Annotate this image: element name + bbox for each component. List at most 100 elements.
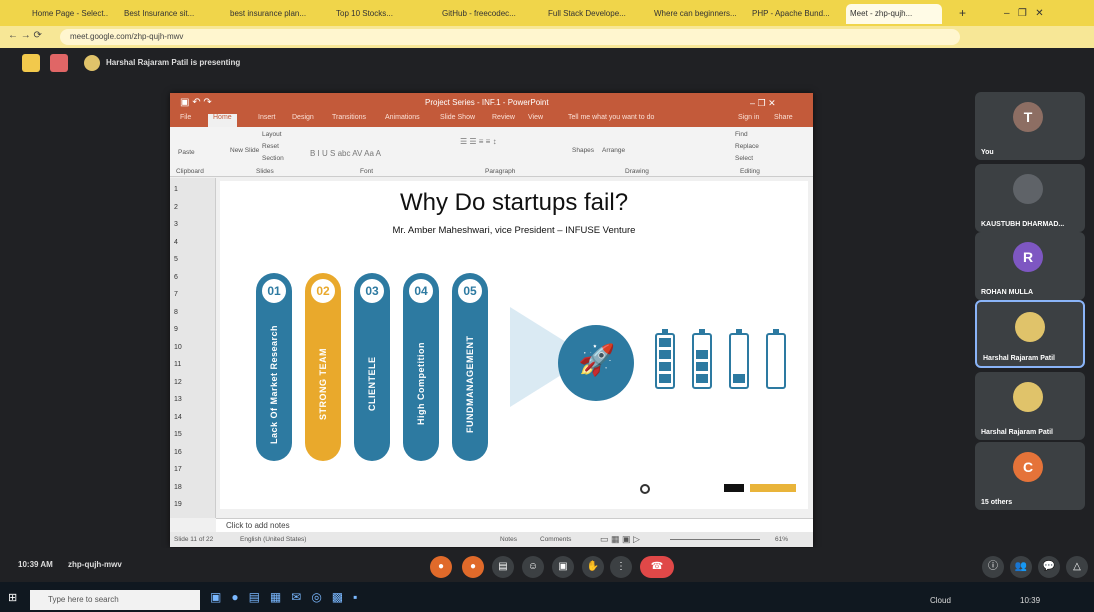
slide-thumb-number[interactable]: 1 xyxy=(174,186,178,193)
slide-thumb-number[interactable]: 5 xyxy=(174,256,178,263)
browser-tab[interactable]: PHP - Apache Bund... xyxy=(748,4,838,24)
section-button[interactable]: Section xyxy=(262,155,284,162)
mic-icon[interactable]: ● xyxy=(430,556,452,578)
start-icon[interactable]: ⊞ xyxy=(8,591,17,604)
save-icon[interactable]: ▣ ↶ ↷ xyxy=(180,93,212,113)
participant-tile[interactable]: Harshal Rajaram Patil xyxy=(975,372,1085,440)
slide-thumb-number[interactable]: 4 xyxy=(174,239,178,246)
reactions-icon[interactable]: ☺ xyxy=(522,556,544,578)
participant-tile[interactable]: T You xyxy=(975,92,1085,160)
participant-tile[interactable]: R ROHAN MULLA xyxy=(975,232,1085,300)
participant-tile[interactable]: Harshal Rajaram Patil xyxy=(975,300,1085,368)
reset-button[interactable]: Reset xyxy=(262,143,279,150)
tab-review[interactable]: Review xyxy=(492,114,515,121)
tab-view[interactable]: View xyxy=(528,114,543,121)
font-controls[interactable]: B I U S abc AV Aa A xyxy=(310,149,381,158)
slide-thumb-number[interactable]: 10 xyxy=(174,344,182,351)
paste-button[interactable]: Paste xyxy=(178,149,195,156)
slide-canvas[interactable]: Why Do startups fail? Mr. Amber Maheshwa… xyxy=(220,181,808,509)
weather-widget[interactable]: Cloud xyxy=(930,596,951,605)
slide-thumb-number[interactable]: 9 xyxy=(174,326,178,333)
browser-tab[interactable]: Where can beginners... xyxy=(650,4,740,24)
tab-home[interactable]: Home xyxy=(208,114,237,127)
slide-thumb-number[interactable]: 8 xyxy=(174,309,178,316)
view-buttons[interactable]: ▭ ▦ ▣ ▷ xyxy=(600,532,640,547)
battery-cell xyxy=(659,362,671,371)
camera-icon[interactable]: ● xyxy=(462,556,484,578)
slide-thumb-number[interactable]: 17 xyxy=(174,466,182,473)
slide-title: Why Do startups fail? xyxy=(399,189,629,216)
slide-thumb-number[interactable]: 18 xyxy=(174,484,182,491)
tell-me-box[interactable]: Tell me what you want to do xyxy=(568,114,654,121)
participant-tile[interactable]: C 15 others xyxy=(975,442,1085,510)
layout-icon[interactable] xyxy=(22,54,40,72)
window-controls[interactable]: – ❐ ✕ xyxy=(1000,4,1090,24)
pillar: 03 CLIENTELE xyxy=(354,273,390,461)
rocket-icon: 🚀 xyxy=(578,344,616,377)
slide-thumb-number[interactable]: 19 xyxy=(174,501,182,508)
captions-icon[interactable]: ▤ xyxy=(492,556,514,578)
browser-tab[interactable]: Top 10 Stocks... xyxy=(332,4,427,24)
slide-thumb-number[interactable]: 15 xyxy=(174,431,182,438)
notes-pane[interactable]: Click to add notes xyxy=(216,518,813,532)
info-icon[interactable]: ⓘ xyxy=(982,556,1004,578)
slide-thumb-number[interactable]: 6 xyxy=(174,274,178,281)
pillar: 01 Lack Of Market Research xyxy=(256,273,292,461)
shapes-button[interactable]: Shapes xyxy=(572,147,594,154)
tab-animations[interactable]: Animations xyxy=(385,114,420,121)
tab-transitions[interactable]: Transitions xyxy=(332,114,366,121)
browser-tab[interactable]: Full Stack Develope... xyxy=(544,4,639,24)
slide-thumb-number[interactable]: 12 xyxy=(174,379,182,386)
leave-call-icon[interactable]: ☎ xyxy=(640,556,674,578)
taskbar-apps[interactable]: ▣●▤▦✉◎▩▪ xyxy=(210,590,367,604)
zoom-level[interactable]: 61% xyxy=(775,532,788,547)
battery-cell xyxy=(696,374,708,383)
chat-icon[interactable]: 💬 xyxy=(1038,556,1060,578)
slide-thumbnails: 1 2 3 4 5 6 7 8 9 10 11 12 13 14 15 16 17 18 19 xyxy=(170,178,216,518)
browser-tab[interactable]: Best Insurance sit... xyxy=(120,4,215,24)
tab-slide-show[interactable]: Slide Show xyxy=(440,114,475,121)
paragraph-controls[interactable]: ☰ ☰ ≡ ≡ ↕ xyxy=(460,137,497,146)
notes-toggle[interactable]: Notes xyxy=(500,532,517,547)
slide-thumb-number[interactable]: 13 xyxy=(174,396,182,403)
participant-tile[interactable]: KAUSTUBH DHARMAD... xyxy=(975,164,1085,232)
people-icon[interactable]: 👥 xyxy=(1010,556,1032,578)
share-button[interactable]: Share xyxy=(774,114,793,121)
raise-hand-icon[interactable]: ✋ xyxy=(582,556,604,578)
new-slide-button[interactable]: New Slide xyxy=(230,147,259,154)
tab-insert[interactable]: Insert xyxy=(258,114,276,121)
new-tab-icon[interactable]: + xyxy=(955,4,969,24)
select-button[interactable]: Select xyxy=(735,155,753,162)
slide-thumb-number[interactable]: 2 xyxy=(174,204,178,211)
more-options-icon[interactable]: ⋮ xyxy=(610,556,632,578)
slide-thumb-number[interactable]: 3 xyxy=(174,221,178,228)
taskbar-clock[interactable]: 10:39 xyxy=(1020,596,1040,605)
zoom-slider[interactable] xyxy=(670,539,760,540)
slide-thumb-number[interactable]: 7 xyxy=(174,291,178,298)
layout-button[interactable]: Layout xyxy=(262,131,282,138)
address-bar[interactable]: meet.google.com/zhp-qujh-mwv xyxy=(60,29,960,45)
browser-tab[interactable]: best insurance plan... xyxy=(226,4,321,24)
tab-file[interactable]: File xyxy=(180,114,191,121)
browser-tab-active[interactable]: Meet - zhp-qujh... xyxy=(846,4,942,24)
record-icon[interactable] xyxy=(50,54,68,72)
slide-counter: Slide 11 of 22 xyxy=(174,536,214,543)
pillar-number: 02 xyxy=(308,276,338,306)
browser-tab[interactable]: Home Page - Select... xyxy=(28,4,108,24)
slide-thumb-number[interactable]: 14 xyxy=(174,414,182,421)
tab-design[interactable]: Design xyxy=(292,114,314,121)
ppt-window-controls[interactable]: – ❐ ✕ xyxy=(750,93,776,113)
browser-tab[interactable]: GitHub - freecodec... xyxy=(438,4,533,24)
find-button[interactable]: Find xyxy=(735,131,748,138)
slide-thumb-number[interactable]: 11 xyxy=(174,361,181,368)
nav-arrows-icon[interactable]: ← → ⟳ xyxy=(8,30,42,41)
activities-icon[interactable]: △ xyxy=(1066,556,1088,578)
comments-toggle[interactable]: Comments xyxy=(540,532,571,547)
present-icon[interactable]: ▣ xyxy=(552,556,574,578)
replace-button[interactable]: Replace xyxy=(735,143,759,150)
language-status[interactable]: English (United States) xyxy=(240,532,306,547)
arrange-button[interactable]: Arrange xyxy=(602,147,625,154)
sign-in-link[interactable]: Sign in xyxy=(738,114,759,121)
taskbar-search[interactable]: Type here to search xyxy=(30,590,200,610)
slide-thumb-number[interactable]: 16 xyxy=(174,449,182,456)
